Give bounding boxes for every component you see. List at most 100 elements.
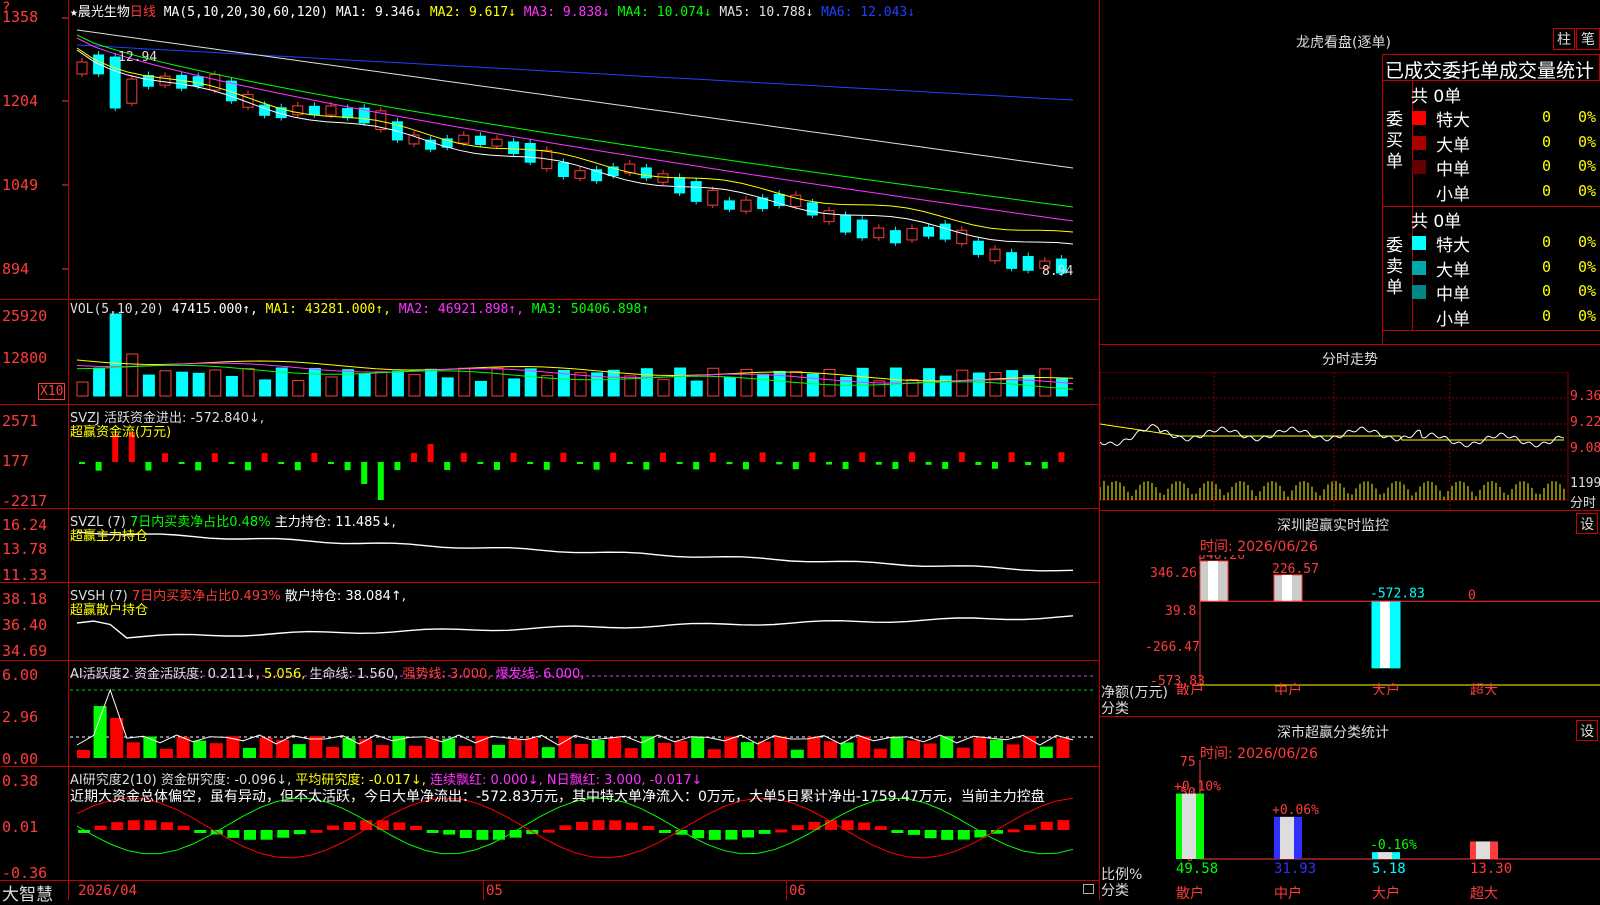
class-bar-highlight	[1378, 852, 1392, 859]
svzj-bar	[178, 462, 185, 464]
research-bar	[625, 822, 638, 830]
ai1-header: AI活跃度2 资金活跃度: 0.211↓, 5.056, 生命线: 1.560,…	[70, 663, 584, 682]
svzj-bar	[344, 462, 351, 471]
svzj-bar	[394, 462, 401, 471]
candle-body	[491, 138, 503, 147]
bar-mode-button[interactable]: 柱	[1553, 28, 1575, 50]
monitor-category-label: 超大	[1470, 683, 1498, 695]
vol-label: VOL(5,10,20)	[70, 302, 164, 317]
fs-vol-label: 1199	[1570, 476, 1600, 491]
ai1-burst: 爆发线: 6.000,	[495, 667, 585, 682]
research-bar	[227, 830, 240, 838]
ai1-strong: 强势线: 3.000,	[402, 667, 492, 682]
ma-line	[76, 47, 1074, 233]
order-percent: 0%	[1578, 257, 1597, 276]
star-icon[interactable]: ★	[70, 5, 78, 20]
legend-swatch	[1412, 260, 1426, 275]
lock-icon[interactable]	[1083, 884, 1094, 894]
research-bar	[161, 822, 173, 830]
tick-mode-button[interactable]: 笔	[1576, 28, 1600, 50]
ma4-value: MA4: 10.074↓	[617, 5, 712, 20]
order-count: 0	[1542, 181, 1552, 200]
legend-swatch	[1412, 160, 1426, 174]
intraday-chart[interactable]	[1100, 372, 1600, 510]
candle-body	[574, 170, 586, 179]
vol-header: VOL(5,10,20) 47415.000↑, MA1: 43281.000↑…	[70, 302, 649, 317]
ma3-value: MA3: 9.838↓	[523, 5, 610, 20]
sz-class-settings-button[interactable]: 设	[1576, 720, 1598, 741]
svzj-bar	[958, 452, 965, 462]
volume-bar	[723, 377, 736, 397]
candlestick-layer	[76, 29, 1074, 276]
sz-monitor-chart: 346.26226.57-572.83 0散户 中户 大户 超大	[1176, 555, 1600, 695]
research-bar	[1007, 829, 1020, 833]
sz-monitor-time: 时间: 2026/06/26	[1200, 539, 1318, 555]
vol-ma2: MA2: 46921.898↑,	[398, 302, 524, 317]
volume-bar	[358, 373, 371, 397]
activity-bar	[77, 750, 90, 758]
fenshi-title: 分时走势	[1322, 352, 1378, 368]
svzj-bar	[809, 452, 816, 462]
high-price-label: 12.94	[118, 50, 158, 65]
legend-swatch	[1412, 236, 1426, 250]
monitor-value-label: 226.57	[1272, 562, 1319, 577]
activity-bar	[940, 736, 954, 758]
candle-body	[640, 167, 652, 179]
order-count: 0	[1542, 282, 1552, 300]
svzj-bar	[759, 452, 766, 462]
order-count: 0	[1542, 306, 1552, 325]
activity-bar	[409, 745, 422, 758]
svzl-ratio: 7日内买卖净占比0.48%	[129, 515, 271, 530]
candle-body	[723, 200, 735, 210]
candle-body	[657, 173, 669, 183]
research-bar	[327, 825, 339, 830]
svzj-bar	[909, 452, 915, 462]
monitor-category-label: 散户	[1176, 682, 1204, 695]
activity-bar	[990, 739, 1003, 758]
candle-body	[325, 105, 337, 116]
activity-bar	[923, 743, 937, 758]
order-size-label: 大单	[1436, 260, 1470, 281]
activity-bar	[292, 744, 306, 758]
research-bar	[127, 820, 140, 830]
activity-bar	[840, 742, 854, 758]
activity-bar	[890, 737, 904, 758]
activity-bar	[525, 737, 539, 758]
class-delta-label: +0.06%	[1272, 803, 1319, 818]
svzj-bar	[245, 462, 251, 471]
sz-monitor-settings-button[interactable]: 设	[1576, 513, 1598, 534]
research-bar	[194, 830, 207, 833]
volume-bar	[242, 368, 255, 397]
svzj-bar	[975, 462, 982, 465]
sz-class-title: 深市超赢分类统计	[1277, 725, 1389, 741]
sz-class-chart: +0.10% 49.58 散户 +0.06% 31.93 中户 -0.16% 5.18 大户 13…	[1174, 760, 1600, 900]
order-count: 0	[1542, 108, 1552, 126]
volume-bar	[1055, 378, 1068, 397]
stock-name[interactable]: 晨光生物	[78, 5, 130, 20]
time-axis-jun: 06	[789, 883, 806, 899]
monitor-value-label: -572.83	[1370, 586, 1425, 601]
svzj-bar	[842, 462, 849, 470]
volume-bar	[192, 372, 205, 397]
research-bar	[310, 829, 323, 833]
sell-order-label: 委卖单	[1386, 236, 1403, 298]
period-label[interactable]: 日线	[130, 5, 156, 20]
volume-bar	[757, 373, 770, 397]
candle-body	[1006, 252, 1018, 269]
research-bar	[177, 825, 190, 830]
volume-bar	[906, 379, 919, 397]
volume-bars-layer	[76, 313, 1074, 397]
monitor-bar-highlight	[1380, 601, 1390, 668]
volume-bar	[1039, 368, 1052, 397]
activity-bar	[790, 749, 804, 758]
ma2-value: MA2: 9.617↓	[429, 5, 516, 20]
class-category-label: 散户	[1176, 885, 1204, 900]
research-bar	[94, 825, 107, 830]
research-bar	[791, 825, 804, 830]
activity-bar	[160, 748, 173, 758]
order-size-label: 小单	[1436, 184, 1470, 205]
order-percent: 0%	[1578, 157, 1597, 175]
main-chart-area[interactable]	[0, 0, 1100, 900]
ma1-value: MA1: 9.346↓	[335, 5, 422, 20]
research-bar	[957, 830, 970, 840]
